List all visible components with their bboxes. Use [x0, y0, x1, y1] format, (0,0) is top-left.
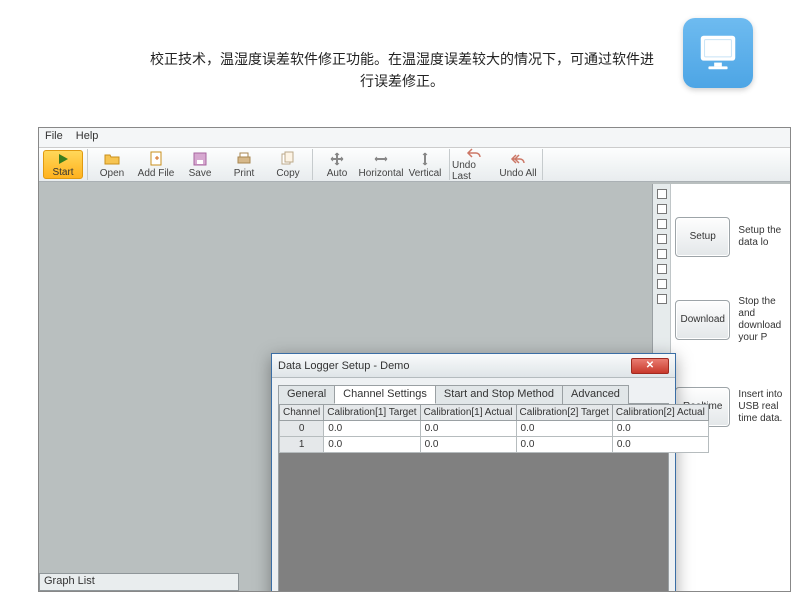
print-button[interactable]: Print: [222, 149, 266, 180]
close-icon: ✕: [646, 360, 654, 371]
setup-desc: Setup the data lo: [738, 225, 790, 249]
cell-channel[interactable]: 1: [280, 437, 324, 453]
table-row[interactable]: 0 0.0 0.0 0.0 0.0: [280, 421, 709, 437]
open-button[interactable]: Open: [90, 149, 134, 180]
dialog-titlebar[interactable]: Data Logger Setup - Demo ✕: [272, 354, 675, 378]
save-icon: [192, 151, 208, 167]
col-channel[interactable]: Channel: [280, 405, 324, 421]
col-cal2-target[interactable]: Calibration[2] Target: [516, 405, 612, 421]
cell-cal1t[interactable]: 0.0: [324, 437, 420, 453]
close-button[interactable]: ✕: [631, 358, 669, 374]
print-label: Print: [234, 168, 255, 179]
addfile-label: Add File: [138, 168, 175, 179]
stripe-box[interactable]: [657, 204, 667, 214]
menu-file[interactable]: File: [45, 130, 63, 142]
tab-advanced[interactable]: Advanced: [562, 385, 629, 404]
cell-cal1a[interactable]: 0.0: [420, 421, 516, 437]
dialog-tabs: General Channel Settings Start and Stop …: [278, 384, 669, 404]
auto-label: Auto: [327, 168, 348, 179]
stripe-box[interactable]: [657, 264, 667, 274]
copy-button[interactable]: Copy: [266, 149, 310, 180]
print-icon: [236, 151, 252, 167]
cell-cal1t[interactable]: 0.0: [324, 421, 420, 437]
dialog-title: Data Logger Setup - Demo: [278, 360, 631, 372]
tab-general[interactable]: General: [278, 385, 335, 404]
arrows-horizontal-icon: [373, 151, 389, 167]
undoall-button[interactable]: Undo All: [496, 149, 540, 180]
stripe-box[interactable]: [657, 279, 667, 289]
menu-bar: File Help: [39, 128, 790, 148]
undolast-label: Undo Last: [452, 160, 496, 182]
vertical-button[interactable]: Vertical: [403, 149, 447, 180]
tab-panel: Channel Calibration[1] Target Calibratio…: [278, 404, 669, 592]
graph-list-tab[interactable]: Graph List: [39, 573, 239, 591]
computer-icon: [683, 18, 753, 88]
col-cal1-target[interactable]: Calibration[1] Target: [324, 405, 420, 421]
download-desc: Stop the and download your P: [738, 296, 790, 344]
toolbar: Start Open Add File Save Print Copy: [39, 148, 790, 182]
add-file-icon: [148, 151, 164, 167]
tab-start-stop[interactable]: Start and Stop Method: [435, 385, 563, 404]
vertical-label: Vertical: [409, 168, 442, 179]
undoall-label: Undo All: [499, 168, 536, 179]
setup-dialog: Data Logger Setup - Demo ✕ General Chann…: [271, 353, 676, 592]
arrows-vertical-icon: [417, 151, 433, 167]
undolast-button[interactable]: Undo Last: [452, 149, 496, 180]
stripe-box[interactable]: [657, 234, 667, 244]
addfile-button[interactable]: Add File: [134, 149, 178, 180]
setup-button[interactable]: Setup: [675, 217, 730, 257]
cell-cal2t[interactable]: 0.0: [516, 437, 612, 453]
horizontal-button[interactable]: Horizontal: [359, 149, 403, 180]
start-button[interactable]: Start: [43, 150, 83, 179]
calibration-grid[interactable]: Channel Calibration[1] Target Calibratio…: [279, 404, 668, 453]
copy-icon: [280, 151, 296, 167]
description-text: 校正技术，温湿度误差软件修正功能。在温湿度误差较大的情况下，可通过软件进行误差修…: [147, 48, 657, 93]
save-button[interactable]: Save: [178, 149, 222, 180]
grid-header-row: Channel Calibration[1] Target Calibratio…: [280, 405, 709, 421]
copy-label: Copy: [276, 168, 299, 179]
stripe-box[interactable]: [657, 249, 667, 259]
open-label: Open: [100, 168, 124, 179]
download-button[interactable]: Download: [675, 300, 730, 340]
arrows-cross-icon: [329, 151, 345, 167]
cell-cal2a[interactable]: 0.0: [612, 421, 708, 437]
tab-channel-settings[interactable]: Channel Settings: [334, 385, 436, 404]
cell-cal1a[interactable]: 0.0: [420, 437, 516, 453]
cell-cal2t[interactable]: 0.0: [516, 421, 612, 437]
auto-button[interactable]: Auto: [315, 149, 359, 180]
horizontal-label: Horizontal: [358, 168, 403, 179]
undo-all-icon: [510, 151, 526, 167]
col-cal1-actual[interactable]: Calibration[1] Actual: [420, 405, 516, 421]
col-cal2-actual[interactable]: Calibration[2] Actual: [612, 405, 708, 421]
realtime-desc: Insert into USB real time data.: [738, 389, 790, 425]
start-label: Start: [52, 167, 73, 178]
play-icon: [55, 151, 71, 166]
save-label: Save: [189, 168, 212, 179]
undo-icon: [466, 147, 482, 159]
cell-cal2a[interactable]: 0.0: [612, 437, 708, 453]
cell-channel[interactable]: 0: [280, 421, 324, 437]
app-window: File Help Start Open Add File Save: [38, 127, 791, 592]
stripe-box[interactable]: [657, 189, 667, 199]
stripe-box[interactable]: [657, 219, 667, 229]
folder-open-icon: [104, 151, 120, 167]
stripe-box[interactable]: [657, 294, 667, 304]
table-row[interactable]: 1 0.0 0.0 0.0 0.0: [280, 437, 709, 453]
menu-help[interactable]: Help: [76, 130, 99, 142]
